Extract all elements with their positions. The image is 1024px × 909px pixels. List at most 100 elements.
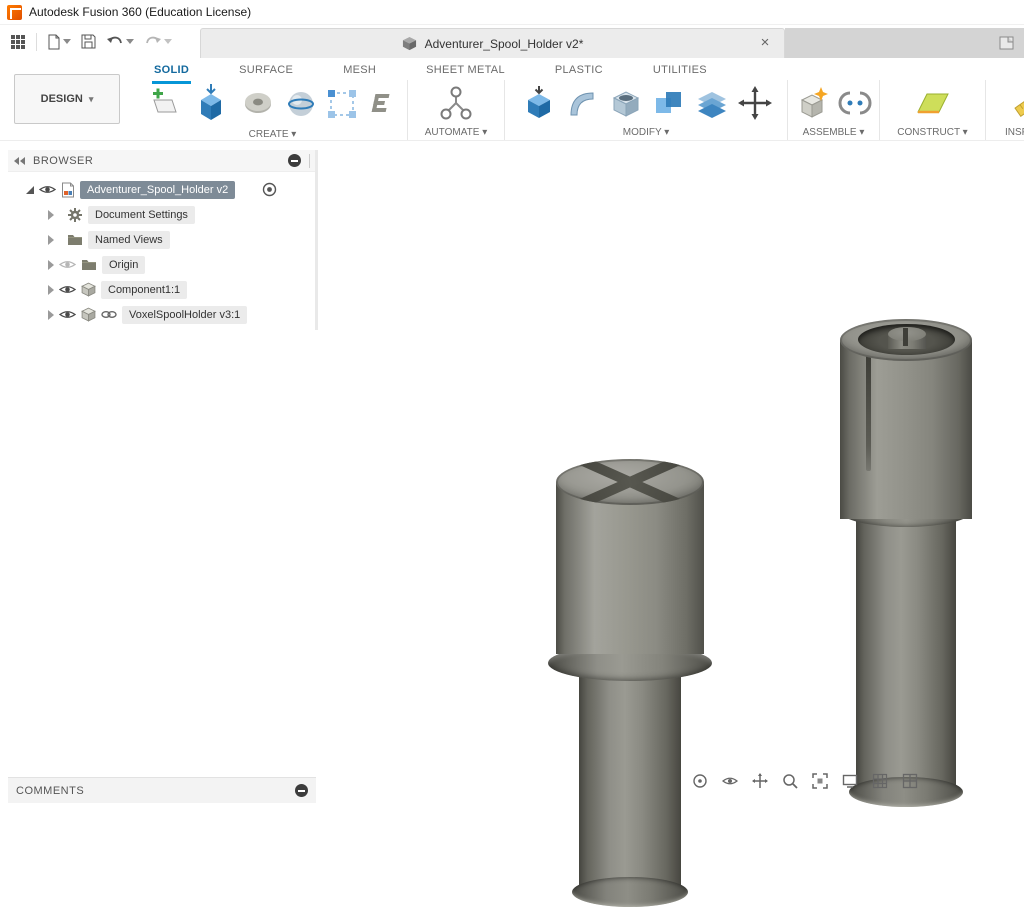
pattern-icon[interactable] <box>326 88 358 120</box>
automate-icon[interactable] <box>436 83 476 123</box>
right-part-lower-cylinder <box>856 511 956 787</box>
document-tab-title: Adventurer_Spool_Holder v2* <box>425 37 584 51</box>
inspect-dropdown[interactable]: INSPECT ▾ <box>986 124 1024 140</box>
panel-resize-handle[interactable] <box>315 150 318 330</box>
expand-toggle-icon[interactable] <box>48 260 54 270</box>
tree-row-origin[interactable]: Origin <box>8 252 316 277</box>
visibility-eye-off-icon[interactable] <box>59 259 76 270</box>
named-views-label[interactable]: Named Views <box>88 231 170 249</box>
construct-plane-icon[interactable] <box>913 85 953 121</box>
automate-label: AUTOMATE <box>425 127 480 138</box>
left-part-upper-cylinder <box>556 482 704 654</box>
comments-minimize-icon[interactable] <box>295 784 308 797</box>
combine-icon[interactable] <box>651 85 687 121</box>
automate-caret-icon: ▾ <box>482 127 487 138</box>
window-title: Autodesk Fusion 360 (Education License) <box>29 5 251 19</box>
joint-icon[interactable] <box>837 85 873 121</box>
construct-dropdown[interactable]: CONSTRUCT ▾ <box>880 124 985 140</box>
undo-caret-icon <box>126 39 134 44</box>
gear-icon <box>67 207 83 223</box>
document-cube-icon <box>402 36 417 51</box>
group-create: CREATE ▾ <box>138 80 408 140</box>
look-at-icon[interactable] <box>722 773 738 794</box>
shell-icon[interactable] <box>608 85 644 121</box>
revolve-icon[interactable] <box>240 86 276 122</box>
right-part-hub-slot <box>903 328 908 346</box>
offset-face-icon[interactable] <box>694 85 730 121</box>
root-document-label[interactable]: Adventurer_Spool_Holder v2 <box>80 181 235 199</box>
expand-toggle-icon[interactable] <box>48 210 54 220</box>
spool-holder-part-right[interactable] <box>836 319 976 819</box>
move-copy-icon[interactable] <box>737 85 773 121</box>
tree-row-root[interactable]: Adventurer_Spool_Holder v2 <box>8 177 316 202</box>
comments-panel-header[interactable]: COMMENTS <box>8 777 316 803</box>
document-tab[interactable]: Adventurer_Spool_Holder v2* × <box>200 28 785 58</box>
pan-icon[interactable] <box>752 773 768 794</box>
right-part-upper-cylinder <box>840 340 972 519</box>
component1-label[interactable]: Component1:1 <box>101 281 187 299</box>
browser-header: BROWSER <box>8 150 316 172</box>
tree-row-component1[interactable]: Component1:1 <box>8 277 316 302</box>
origin-label[interactable]: Origin <box>102 256 145 274</box>
sphere-tool-icon[interactable] <box>283 86 319 122</box>
close-tab-icon[interactable]: × <box>756 34 774 52</box>
redo-button[interactable] <box>144 35 172 49</box>
create-caret-icon: ▾ <box>291 129 296 140</box>
press-pull-icon[interactable] <box>520 84 558 122</box>
automate-dropdown[interactable]: AUTOMATE ▾ <box>408 124 504 140</box>
group-construct: CONSTRUCT ▾ <box>880 80 986 140</box>
orbit-icon[interactable] <box>692 773 708 794</box>
extrude-icon[interactable] <box>189 82 233 126</box>
expand-toggle-icon[interactable] <box>26 186 34 194</box>
voxelspoolholder-label[interactable]: VoxelSpoolHolder v3:1 <box>122 306 247 324</box>
assemble-dropdown[interactable]: ASSEMBLE ▾ <box>788 124 879 140</box>
ribbon: SOLID SURFACE MESH SHEET METAL PLASTIC U… <box>0 58 1024 141</box>
visibility-eye-icon[interactable] <box>59 284 76 295</box>
left-part-base-flange <box>572 877 688 907</box>
create-dropdown[interactable]: CREATE ▾ <box>138 126 407 142</box>
group-inspect: INSPECT ▾ <box>986 80 1024 140</box>
data-panel-icon[interactable] <box>998 34 1016 52</box>
expand-toggle-icon[interactable] <box>48 285 54 295</box>
group-assemble: ASSEMBLE ▾ <box>788 80 880 140</box>
fit-icon[interactable] <box>812 773 828 794</box>
left-part-top-face <box>556 459 704 505</box>
toolbar-separator <box>36 33 37 51</box>
left-part-slot-2 <box>556 459 704 505</box>
measure-icon[interactable] <box>1011 85 1024 121</box>
expand-toggle-icon[interactable] <box>48 235 54 245</box>
file-menu-button[interactable] <box>47 34 71 50</box>
save-button[interactable] <box>81 34 96 49</box>
visibility-eye-icon[interactable] <box>39 184 56 195</box>
visibility-eye-icon[interactable] <box>59 309 76 320</box>
right-part-groove <box>866 346 871 471</box>
tree-row-voxelspoolholder[interactable]: VoxelSpoolHolder v3:1 <box>8 302 316 327</box>
document-settings-label[interactable]: Document Settings <box>88 206 195 224</box>
collapse-panel-icon[interactable] <box>14 157 25 165</box>
tree-row-named-views[interactable]: Named Views <box>8 227 316 252</box>
viewports-icon[interactable] <box>902 773 918 794</box>
expand-toggle-icon[interactable] <box>48 310 54 320</box>
design-workspace-menu[interactable]: DESIGN ▾ <box>14 74 120 124</box>
tree-row-document-settings[interactable]: Document Settings <box>8 202 316 227</box>
display-settings-icon[interactable] <box>842 773 858 794</box>
fillet-icon[interactable] <box>565 85 601 121</box>
new-component-icon[interactable] <box>794 85 830 121</box>
spool-holder-part-left[interactable] <box>548 459 718 909</box>
minimize-panel-icon[interactable] <box>288 154 301 167</box>
create-sketch-icon[interactable] <box>146 86 182 122</box>
emboss-icon[interactable] <box>365 87 399 121</box>
assemble-label: ASSEMBLE <box>803 127 857 138</box>
inspect-label: INSPECT <box>1005 127 1024 138</box>
left-part-lower-cylinder <box>579 661 681 885</box>
modify-dropdown[interactable]: MODIFY ▾ <box>505 124 787 140</box>
app-grid-icon[interactable] <box>10 34 26 50</box>
grid-settings-icon[interactable] <box>872 773 888 794</box>
modify-caret-icon: ▾ <box>664 127 669 138</box>
design-menu-caret-icon: ▾ <box>89 94 94 105</box>
activate-component-radio[interactable] <box>262 182 277 197</box>
zoom-icon[interactable] <box>782 773 798 794</box>
browser-tree: Adventurer_Spool_Holder v2 Document Sett… <box>8 172 316 327</box>
undo-button[interactable] <box>106 35 134 49</box>
group-automate: AUTOMATE ▾ <box>408 80 505 140</box>
